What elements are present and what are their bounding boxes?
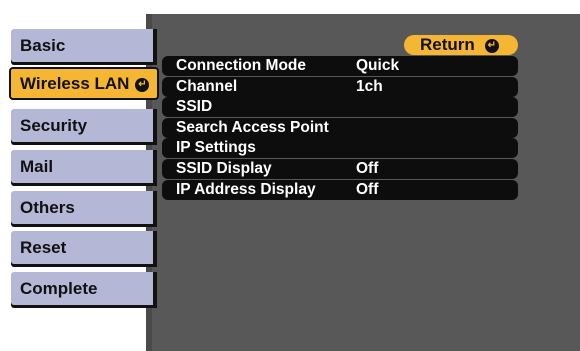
settings-panel: Return ↵ Connection Mode Quick Channel 1c… [146,14,580,351]
return-label: Return [420,35,475,54]
setting-label: Channel [176,77,238,95]
setting-label: IP Settings [176,139,256,157]
enter-icon: ↵ [484,38,499,53]
menu-sidebar: Basic Wireless LAN ↵ Security Mail Others… [9,0,159,351]
menu-item-mail[interactable]: Mail [11,150,153,183]
setting-row-ip-settings[interactable]: IP Settings [162,138,518,159]
setting-row-ip-address-display[interactable]: IP Address Display Off [162,179,518,200]
menu-item-basic[interactable]: Basic [11,29,153,62]
setting-value: Off [356,180,379,198]
setting-row-search-access-point[interactable]: Search Access Point [162,117,518,138]
enter-icon: ↵ [135,77,150,92]
settings-list: Connection Mode Quick Channel 1ch SSID S… [162,56,518,200]
setting-label: IP Address Display [176,180,316,198]
menu-item-security[interactable]: Security [11,109,153,142]
menu-item-label: Mail [20,157,54,176]
setting-label: SSID Display [176,159,272,177]
setting-value: Quick [356,57,400,74]
menu-item-label: Basic [20,36,66,55]
menu-item-label: Reset [20,238,67,257]
setting-label: SSID [176,98,213,116]
menu-item-others[interactable]: Others [11,191,153,224]
setting-label: Connection Mode [176,57,307,74]
menu-item-reset[interactable]: Reset [11,231,153,264]
menu-item-label: Others [20,198,75,217]
setting-row-channel[interactable]: Channel 1ch [162,76,518,97]
menu-item-wireless-lan[interactable]: Wireless LAN ↵ [9,67,159,100]
menu-item-label: Complete [20,279,98,298]
setting-label: Search Access Point [176,118,329,136]
setting-value: Off [356,159,379,177]
menu-item-complete[interactable]: Complete [11,272,153,305]
setting-value: 1ch [356,77,383,95]
setting-row-ssid[interactable]: SSID [162,97,518,118]
return-button[interactable]: Return ↵ [404,35,518,55]
setting-row-ssid-display[interactable]: SSID Display Off [162,158,518,179]
setting-row-connection-mode[interactable]: Connection Mode Quick [162,56,518,76]
menu-item-label: Security [20,116,88,135]
menu-item-label: Wireless LAN [20,74,130,93]
